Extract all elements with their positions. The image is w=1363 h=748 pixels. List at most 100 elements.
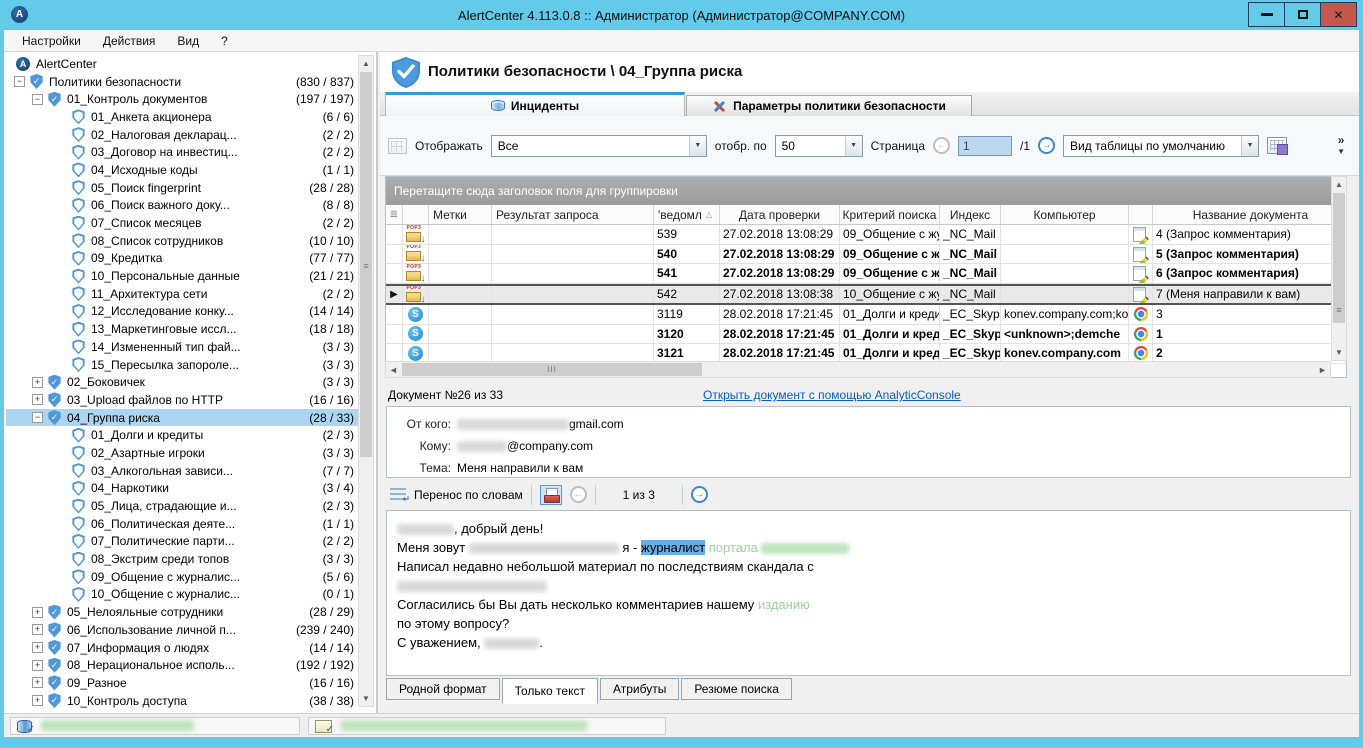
tree-item[interactable]: +05_Нелояльные сотрудники(28 / 29) <box>6 603 358 621</box>
format-tab-inactive[interactable]: Резюме поиска <box>681 678 792 700</box>
tree-item[interactable]: 08_Экстрим среди топов(3 / 3) <box>6 550 358 568</box>
tree-item[interactable]: 09_Кредитка(77 / 77) <box>6 250 358 268</box>
column-result[interactable]: Результат запроса <box>492 205 654 224</box>
save-table-view-icon[interactable] <box>1267 137 1287 154</box>
close-button[interactable]: ✕ <box>1320 2 1357 27</box>
table-row[interactable]: ▶POP3↓54227.02.2018 13:08:3810_Общение с… <box>386 284 1346 306</box>
column-criteria[interactable]: Критерий поиска <box>840 205 940 224</box>
tree-item[interactable]: 06_Поиск важного доку...(8 / 8) <box>6 197 358 215</box>
tree-expand-icon[interactable]: + <box>32 624 43 635</box>
display-filter-select[interactable]: Все ▼ <box>491 135 707 157</box>
format-tab-active[interactable]: Только текст <box>502 678 598 704</box>
table-row[interactable]: 312028.02.2018 17:21:4501_Долги и кред_E… <box>386 325 1346 345</box>
tree-item[interactable]: 10_Персональные данные(21 / 21) <box>6 267 358 285</box>
scroll-down-icon[interactable]: ▼ <box>1332 345 1346 360</box>
column-docicon[interactable] <box>1129 205 1153 224</box>
table-row[interactable]: POP3↓53927.02.2018 13:08:2909_Общение с … <box>386 225 1346 245</box>
toolbar-overflow[interactable]: » ▼ <box>1337 135 1351 157</box>
menu-settings[interactable]: Настройки <box>12 32 91 50</box>
tree-item[interactable]: +02_Боковичек(3 / 3) <box>6 373 358 391</box>
minimize-button[interactable] <box>1248 2 1285 27</box>
menu-actions[interactable]: Действия <box>93 32 166 50</box>
tree-item[interactable]: 04_Исходные коды(1 / 1) <box>6 161 358 179</box>
tree-item[interactable]: 04_Наркотики(3 / 4) <box>6 480 358 498</box>
tree-item[interactable]: −Политики безопасности(830 / 837) <box>6 73 358 91</box>
tree-collapse-icon[interactable]: − <box>32 94 43 105</box>
tree-item[interactable]: −04_Группа риска(28 / 33) <box>6 409 358 427</box>
tree-item[interactable]: +03_Upload файлов по HTTP(16 / 16) <box>6 391 358 409</box>
next-page-icon[interactable]: → <box>1038 137 1055 154</box>
tree-item[interactable]: 01_Анкета акционера(6 / 6) <box>6 108 358 126</box>
chevron-down-icon[interactable]: ▼ <box>689 136 706 156</box>
tree-item[interactable]: 01_Долги и кредиты(2 / 3) <box>6 426 358 444</box>
tree-item[interactable]: 13_Маркетинговые иссл...(18 / 18) <box>6 320 358 338</box>
tree-collapse-icon[interactable]: − <box>14 76 25 87</box>
tree-item[interactable]: +10_Контроль доступа(38 / 38) <box>6 692 358 710</box>
column-computer[interactable]: Компьютер <box>1001 205 1129 224</box>
tree-item[interactable]: +06_Использование личной п...(239 / 240) <box>6 621 358 639</box>
table-view-select[interactable]: Вид таблицы по умолчанию ▼ <box>1063 135 1259 157</box>
column-index[interactable]: Индекс <box>940 205 1001 224</box>
tree-item[interactable]: 07_Список месяцев(2 / 2) <box>6 214 358 232</box>
tree-item[interactable]: 07_Политические парти...(2 / 2) <box>6 533 358 551</box>
chevron-down-icon[interactable]: ▼ <box>1241 136 1258 156</box>
tree-item[interactable]: AlertCenter <box>6 55 358 73</box>
column-document[interactable]: Название документа <box>1153 205 1348 224</box>
tree-item[interactable]: 02_Налоговая декларац...(2 / 2) <box>6 126 358 144</box>
column-date[interactable]: Дата проверки <box>720 205 840 224</box>
tree-expand-icon[interactable]: + <box>32 394 43 405</box>
chevron-down-icon[interactable]: ▼ <box>845 136 862 156</box>
tree-item[interactable]: 05_Поиск fingerprint(28 / 28) <box>6 179 358 197</box>
tree-item[interactable]: 14_Измененный тип фай...(3 / 3) <box>6 338 358 356</box>
format-tab-inactive[interactable]: Атрибуты <box>600 678 679 700</box>
tree-item[interactable]: +08_Нерациональное исполь...(192 / 192) <box>6 656 358 674</box>
group-by-bar[interactable]: Перетащите сюда заголовок поля для групп… <box>386 177 1346 205</box>
tree-item[interactable]: 02_Азартные игроки(3 / 3) <box>6 444 358 462</box>
column-marks[interactable]: Метки <box>429 205 492 224</box>
tree-item[interactable]: 03_Алкогольная зависи...(7 / 7) <box>6 462 358 480</box>
tree-expand-icon[interactable]: + <box>32 607 43 618</box>
previous-page-icon[interactable]: ← <box>933 137 950 154</box>
tree-expand-icon[interactable]: + <box>32 377 43 388</box>
tree-collapse-icon[interactable]: − <box>32 412 43 423</box>
column-channel[interactable] <box>403 205 429 224</box>
tree-vertical-scrollbar[interactable]: ▲ ≡ ▼ <box>358 55 374 707</box>
tree-item[interactable]: +07_Информация о людях(14 / 14) <box>6 639 358 657</box>
previous-document-icon[interactable]: ← <box>570 486 587 503</box>
tree-expand-icon[interactable]: + <box>32 677 43 688</box>
table-row[interactable]: 311928.02.2018 17:21:4501_Долги и кредит… <box>386 305 1346 325</box>
tree-item[interactable]: 03_Договор на инвестиц...(2 / 2) <box>6 143 358 161</box>
tab-incidents[interactable]: Инциденты <box>385 92 685 116</box>
per-page-select[interactable]: 50 ▼ <box>775 135 863 157</box>
print-document-icon[interactable] <box>540 485 562 505</box>
tree-item[interactable]: +09_Разное(16 / 16) <box>6 674 358 692</box>
open-in-analyticconsole-link[interactable]: Открыть документ с помощью AnalyticConso… <box>703 388 961 402</box>
table-row[interactable]: POP3↓54027.02.2018 13:08:2909_Общение с … <box>386 245 1346 265</box>
grid-settings-icon[interactable] <box>388 138 407 154</box>
tree-expand-icon[interactable]: + <box>32 660 43 671</box>
tree-expand-icon[interactable]: + <box>32 642 43 653</box>
scroll-right-icon[interactable]: ► <box>1315 362 1330 377</box>
next-document-icon[interactable]: → <box>691 486 708 503</box>
tree-item[interactable]: 08_Список сотрудников(10 / 10) <box>6 232 358 250</box>
tree-item[interactable]: 11_Архитектура сети(2 / 2) <box>6 285 358 303</box>
maximize-button[interactable] <box>1284 2 1321 27</box>
tab-policy-parameters[interactable]: Параметры политики безопасности <box>686 95 972 116</box>
column-notification[interactable]: 'ведомл <box>654 205 720 224</box>
menu-help[interactable]: ? <box>211 32 238 50</box>
tree-item[interactable]: 06_Политическая деяте...(1 / 1) <box>6 515 358 533</box>
word-wrap-icon[interactable] <box>390 488 406 501</box>
scroll-thumb[interactable] <box>1333 193 1345 323</box>
tree-item[interactable]: −01_Контроль документов(197 / 197) <box>6 90 358 108</box>
tree-item[interactable]: 05_Лица, страдающие и...(2 / 3) <box>6 497 358 515</box>
tree-item[interactable]: 09_Общение с журналис...(5 / 6) <box>6 568 358 586</box>
tree-item[interactable]: 12_Исследование конку...(14 / 14) <box>6 303 358 321</box>
grid-vertical-scrollbar[interactable]: ▲ ≡ ▼ <box>1331 176 1347 361</box>
format-tab-inactive[interactable]: Родной формат <box>386 678 500 700</box>
menu-view[interactable]: Вид <box>167 32 209 50</box>
tree-item[interactable]: 10_Общение с журналис...(0 / 1) <box>6 586 358 604</box>
scroll-up-icon[interactable]: ▲ <box>1332 177 1346 192</box>
page-number-input[interactable] <box>958 136 1012 156</box>
scroll-thumb[interactable]: III <box>402 363 702 376</box>
scroll-down-icon[interactable]: ▼ <box>359 691 373 706</box>
